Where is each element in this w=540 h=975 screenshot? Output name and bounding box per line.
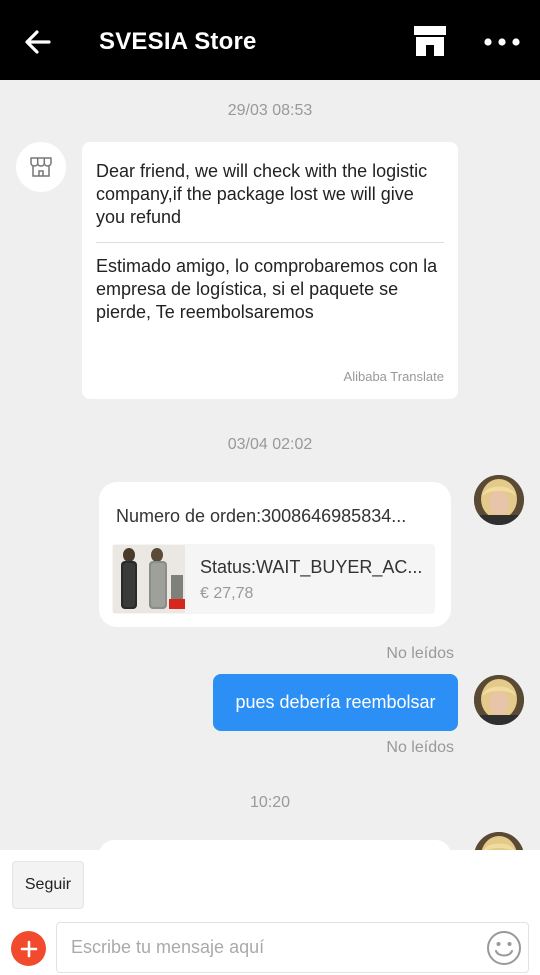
store-title: SVESIA Store — [99, 28, 257, 55]
store-button[interactable] — [412, 24, 448, 58]
back-button[interactable] — [22, 26, 54, 58]
store-avatar-icon — [30, 157, 52, 177]
user-photo — [474, 832, 524, 850]
top-bar: SVESIA Store — [0, 0, 540, 80]
message-translated-text: Estimado amigo, lo comprobaremos con la … — [96, 256, 438, 322]
order-card[interactable]: Numero de orden:3008646985834... Status:… — [99, 482, 451, 627]
order-item[interactable]: Status:WAIT_BUYER_AC... € 27,78 — [112, 544, 435, 614]
emoji-icon — [487, 931, 521, 965]
outgoing-message-partial[interactable] — [99, 840, 451, 850]
store-avatar[interactable] — [16, 142, 66, 192]
order-price: € 27,78 — [200, 585, 254, 602]
order-status: Status:WAIT_BUYER_AC... — [200, 557, 423, 577]
add-icon — [20, 940, 37, 957]
outgoing-message[interactable]: pues debería reembolsar — [213, 674, 458, 731]
store-icon — [414, 26, 446, 56]
user-photo — [474, 675, 524, 725]
follow-button[interactable]: Seguir — [12, 861, 84, 909]
message-input[interactable] — [56, 922, 529, 973]
add-attachment-button[interactable] — [11, 931, 46, 966]
order-number: Numero de orden:3008646985834... — [116, 506, 407, 526]
user-photo — [474, 475, 524, 525]
user-avatar[interactable] — [474, 475, 524, 525]
timestamp: 10:20 — [249, 794, 291, 811]
incoming-message[interactable]: Dear friend, we will check with the logi… — [82, 142, 458, 399]
message-original-text: Dear friend, we will check with the logi… — [96, 161, 428, 227]
more-options-button[interactable] — [483, 32, 521, 52]
translation-source-label: Alibaba Translate — [343, 369, 444, 384]
read-status: No leídos — [386, 645, 454, 662]
more-options-icon — [484, 38, 520, 46]
product-thumbnail — [113, 545, 185, 613]
translation-divider — [96, 242, 444, 243]
composer-bar: Seguir — [0, 850, 540, 975]
user-avatar[interactable] — [474, 832, 524, 850]
emoji-button[interactable] — [486, 930, 522, 966]
back-arrow-icon — [25, 30, 51, 54]
timestamp: 03/04 02:02 — [227, 436, 313, 453]
read-status: No leídos — [386, 739, 454, 756]
user-avatar[interactable] — [474, 675, 524, 725]
timestamp: 29/03 08:53 — [227, 102, 313, 119]
chat-thread[interactable]: 29/03 08:53 Dear friend, we will check w… — [0, 80, 540, 850]
